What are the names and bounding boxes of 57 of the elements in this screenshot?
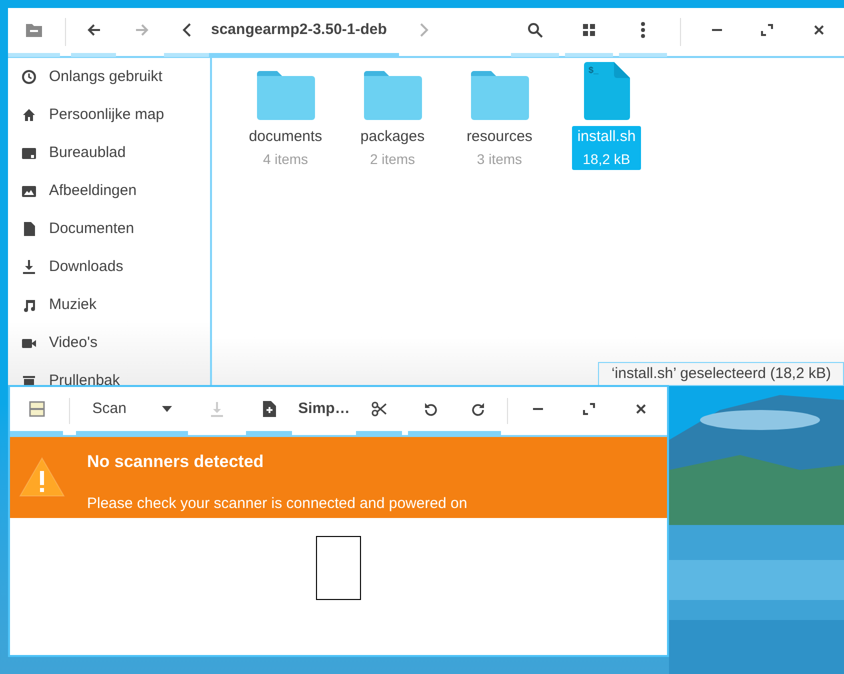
file-name: packages [360, 127, 425, 147]
sidebar-item[interactable]: Afbeeldingen [21, 180, 137, 202]
document-type-button[interactable]: Simp… [292, 387, 356, 435]
file-info: 18,2 kB [582, 150, 630, 169]
sidebar-item[interactable]: Bureaublad [21, 142, 126, 164]
file-name: documents [248, 127, 322, 147]
file-info: 3 items [476, 150, 522, 169]
banner-message: Please check your scanner is connected and powered on [87, 494, 468, 514]
status-overlay: ‘install.sh’ geselecteerd (18,2 kB) [598, 362, 844, 386]
download-icon [210, 401, 224, 417]
sidebar-item[interactable]: Downloads [21, 256, 124, 278]
clock-icon [21, 69, 37, 85]
sidebar-item[interactable]: Persoonlijke map [21, 104, 164, 126]
folder-icon [470, 68, 528, 120]
minimize-icon [533, 408, 544, 410]
file-info: 2 items [370, 150, 416, 169]
folder-icon [364, 68, 422, 120]
scissors-icon [371, 401, 388, 417]
maximize-icon [582, 403, 595, 415]
forward-arrow-icon [134, 22, 150, 38]
more-icon [641, 22, 645, 38]
banner-title: No scanners detected [87, 451, 265, 473]
file-item[interactable]: packages 2 items [339, 62, 446, 170]
desktop-icon [21, 145, 37, 161]
sidebar-item[interactable]: Documenten [21, 218, 134, 240]
sidebar-item[interactable]: Muziek [21, 294, 97, 316]
new-document-icon [262, 401, 276, 417]
chevron-left-icon [182, 23, 192, 37]
music-note-icon [21, 297, 37, 313]
script-file-icon: $_ [584, 62, 630, 120]
home-icon [21, 107, 37, 123]
file-item[interactable]: documents 4 items [232, 62, 339, 170]
close-icon [814, 25, 824, 35]
search-icon [527, 22, 543, 38]
rotate-left-icon [424, 402, 438, 416]
sidebar-item[interactable]: Video's [21, 332, 98, 354]
close-icon [636, 404, 646, 414]
grid-icon [583, 24, 595, 36]
file-info: 4 items [262, 150, 308, 169]
download-icon [21, 259, 37, 275]
rotate-right-icon [470, 402, 485, 416]
chevron-right-icon [419, 23, 429, 37]
scanner-icon [28, 401, 45, 417]
document-icon [21, 221, 37, 237]
image-icon [21, 183, 37, 199]
maximize-icon [761, 24, 773, 36]
warning-icon [19, 456, 65, 498]
file-item[interactable]: resources 3 items [446, 62, 553, 170]
caret-down-icon [162, 406, 172, 412]
minimize-icon [712, 29, 722, 31]
page-preview [316, 536, 361, 600]
folder-icon [25, 22, 43, 38]
file-name: install.sh [577, 127, 636, 147]
folder-icon [256, 68, 314, 120]
back-arrow-icon [86, 22, 102, 38]
sidebar-item[interactable]: Onlangs gebruikt [21, 66, 162, 88]
file-name: resources [466, 127, 532, 147]
